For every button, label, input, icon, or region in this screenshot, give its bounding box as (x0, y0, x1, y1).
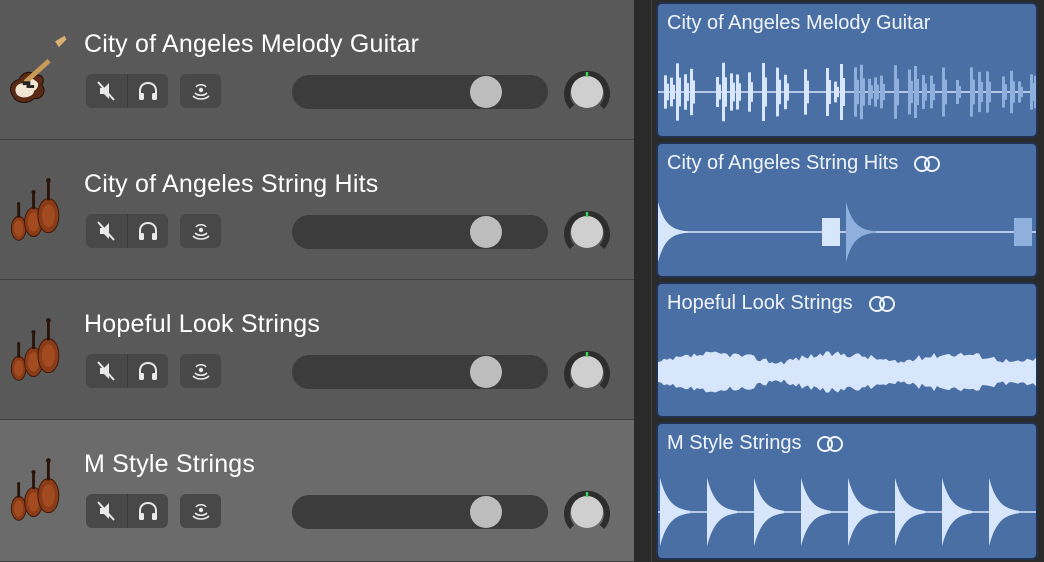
region-title: City of Angeles Melody Guitar (667, 12, 930, 35)
audio-region[interactable]: City of Angeles Melody Guitar (656, 2, 1038, 138)
volume-slider[interactable] (292, 75, 548, 109)
solo-button[interactable] (126, 214, 169, 248)
region-name: M Style Strings (667, 432, 802, 454)
pan-knob[interactable] (562, 347, 612, 397)
mute-icon (97, 501, 115, 521)
volume-slider[interactable] (292, 495, 548, 529)
volume-slider-thumb[interactable] (470, 496, 502, 528)
strings-icon (4, 450, 70, 526)
track-header[interactable]: M Style Strings (0, 420, 634, 562)
input-monitor-button[interactable] (180, 214, 221, 248)
input-monitor-icon (191, 363, 210, 380)
mute-button[interactable] (86, 74, 127, 108)
loop-icon (815, 435, 845, 453)
loop-icon (912, 155, 942, 173)
input-monitor-icon (191, 83, 210, 100)
solo-button[interactable] (126, 74, 169, 108)
loop-icon (867, 295, 897, 313)
waveform (658, 62, 1036, 122)
mute-button[interactable] (86, 354, 127, 388)
track-header[interactable]: City of Angeles String Hits (0, 140, 634, 280)
electric-guitar-icon (4, 30, 70, 106)
input-monitor-button[interactable] (180, 74, 221, 108)
input-monitor-button[interactable] (180, 354, 221, 388)
input-monitor-icon (191, 223, 210, 240)
mute-button[interactable] (86, 214, 127, 248)
input-monitor-icon (191, 503, 210, 520)
track-headers: City of Angeles Melody Guitar City of Ang… (0, 0, 634, 562)
pan-knob[interactable] (562, 67, 612, 117)
region-title: M Style Strings (667, 432, 845, 455)
mute-icon (97, 81, 115, 101)
mute-icon (97, 221, 115, 241)
waveform (658, 351, 1036, 393)
volume-slider[interactable] (292, 355, 548, 389)
region-name: City of Angeles String Hits (667, 152, 899, 174)
input-monitor-button[interactable] (180, 494, 221, 528)
header-divider[interactable] (634, 0, 654, 562)
tracks-lanes: City of Angeles Melody Guitar City of Ang… (654, 0, 1044, 562)
headphones-icon (138, 361, 157, 380)
mute-solo-group (86, 214, 168, 248)
waveform (658, 202, 1036, 262)
solo-button[interactable] (126, 354, 169, 388)
solo-button[interactable] (126, 494, 169, 528)
audio-region[interactable]: City of Angeles String Hits (656, 142, 1038, 278)
volume-slider-thumb[interactable] (470, 76, 502, 108)
pan-knob[interactable] (562, 487, 612, 537)
track-name[interactable]: Hopeful Look Strings (84, 310, 320, 339)
tracks-area: City of Angeles Melody Guitar City of Ang… (0, 0, 1044, 562)
region-name: City of Angeles Melody Guitar (667, 12, 931, 34)
strings-icon (4, 310, 70, 386)
mute-icon (97, 361, 115, 381)
mute-solo-group (86, 354, 168, 388)
headphones-icon (138, 81, 157, 100)
waveform (658, 478, 1036, 546)
region-name: Hopeful Look Strings (667, 292, 853, 314)
track-header[interactable]: Hopeful Look Strings (0, 280, 634, 420)
track-name[interactable]: City of Angeles Melody Guitar (84, 30, 419, 59)
audio-region[interactable]: Hopeful Look Strings (656, 282, 1038, 418)
headphones-icon (138, 501, 157, 520)
volume-slider-thumb[interactable] (470, 216, 502, 248)
volume-slider[interactable] (292, 215, 548, 249)
strings-icon (4, 170, 70, 246)
track-name[interactable]: M Style Strings (84, 450, 255, 479)
audio-region[interactable]: M Style Strings (656, 422, 1038, 560)
track-header[interactable]: City of Angeles Melody Guitar (0, 0, 634, 140)
headphones-icon (138, 221, 157, 240)
volume-slider-thumb[interactable] (470, 356, 502, 388)
region-title: Hopeful Look Strings (667, 292, 897, 315)
track-name[interactable]: City of Angeles String Hits (84, 170, 378, 199)
mute-solo-group (86, 74, 168, 108)
mute-solo-group (86, 494, 168, 528)
pan-knob[interactable] (562, 207, 612, 257)
region-title: City of Angeles String Hits (667, 152, 942, 175)
mute-button[interactable] (86, 494, 127, 528)
